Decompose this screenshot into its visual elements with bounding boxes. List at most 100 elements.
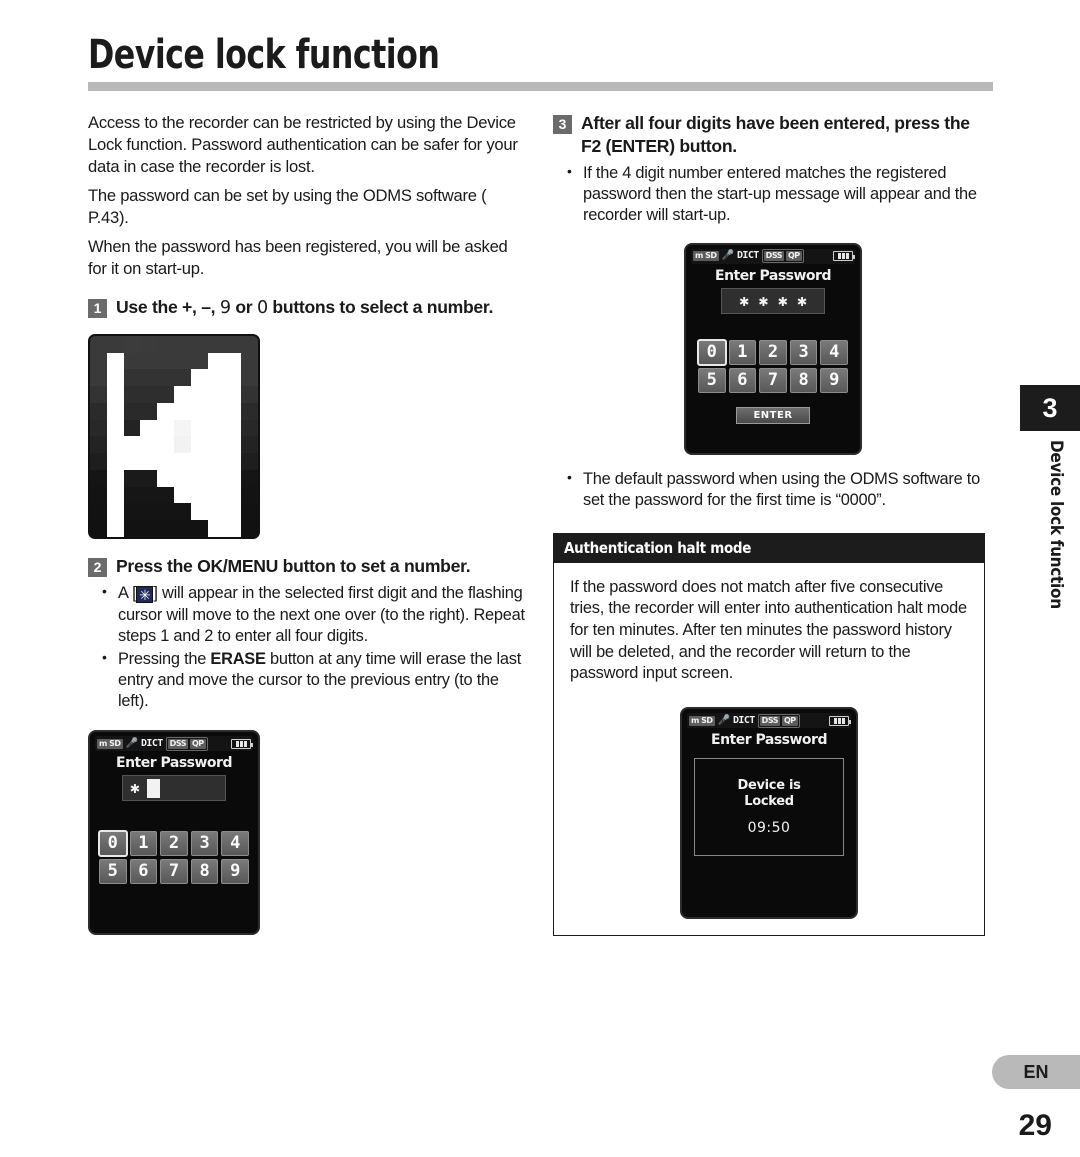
lcd-screen-password-entry: m SD 🎤 DICT DSS QP Enter Password ✱ 0 1 … (88, 730, 260, 936)
key-2[interactable]: 2 (759, 339, 787, 365)
keypad[interactable]: 0 1 2 3 4 5 6 7 8 9 (98, 830, 249, 885)
key-0[interactable]: 0 (98, 830, 128, 858)
key-6[interactable]: 6 (728, 367, 757, 393)
intro-paragraph-3: When the password has been registered, y… (88, 237, 508, 279)
password-field[interactable]: ✱ (122, 775, 226, 802)
lcd-title: Enter Password (116, 755, 232, 772)
step-1-text: Use the +, –, 9 or 0 buttons to select a… (116, 296, 493, 320)
step-2: 2 Press the OK/MENU button to set a numb… (88, 555, 528, 578)
intro-paragraph-1: Access to the recorder can be restricted… (88, 113, 518, 177)
asterisk-icon: ✳ (136, 586, 154, 604)
step-1-part-b: or (230, 297, 257, 318)
locked-message-line-2: Locked (744, 794, 794, 810)
key-2[interactable]: 2 (160, 831, 188, 857)
note-box: Authentication halt mode If the password… (553, 532, 985, 937)
chapter-vertical-label: Device lock function (1046, 440, 1066, 609)
keypad[interactable]: 0 1 2 3 4 5 6 7 8 9 (697, 338, 848, 393)
right-column: 3 After all four digits have been entere… (553, 112, 993, 937)
key-9[interactable]: 9 (820, 367, 848, 393)
key-5[interactable]: 5 (99, 859, 127, 885)
step-1: 1 Use the +, –, 9 or 0 buttons to select… (88, 296, 528, 320)
password-masked-value: ✱ ✱ ✱ ✱ (739, 290, 807, 310)
quality-label: QP (785, 251, 802, 261)
locked-message-line-1: Device is (737, 778, 801, 794)
left-column: Access to the recorder can be restricted… (88, 112, 528, 936)
default-password-bullets: The default password when using the ODMS… (553, 467, 993, 511)
key-4[interactable]: 4 (820, 339, 848, 365)
step-3-badge: 3 (553, 115, 572, 134)
format-quality-group: DSS QP (757, 713, 800, 728)
key-4[interactable]: 4 (221, 831, 249, 857)
key-3[interactable]: 3 (190, 831, 219, 857)
step-2-text: Press the OK/MENU button to set a number… (116, 555, 471, 576)
battery-icon (833, 251, 855, 261)
chapter-tab: 3 (1020, 385, 1080, 431)
bullet-pre: A [ (118, 584, 137, 603)
text-cursor (146, 778, 160, 798)
step-3-bullets: If the 4 digit number entered matches th… (553, 162, 993, 226)
mic-icon: 🎤 (125, 737, 138, 749)
format-label: DSS (763, 251, 784, 261)
page-title: Device lock function (88, 32, 440, 78)
device-locked-dialog: Device is Locked 09:50 (694, 758, 844, 857)
mode-label: DICT (140, 737, 163, 749)
key-1[interactable]: 1 (129, 831, 158, 857)
mode-label: DICT (732, 714, 755, 726)
lcd-title: Enter Password (711, 732, 827, 749)
button-symbol-0-icon: 0 (256, 298, 268, 319)
key-1[interactable]: 1 (728, 339, 757, 365)
lcd-entry-wrapper: m SD 🎤 DICT DSS QP Enter Password ✱ 0 1 … (88, 730, 528, 936)
key-9[interactable]: 9 (221, 859, 249, 885)
step-1-badge: 1 (88, 299, 107, 319)
lcd-status-bar: m SD 🎤 DICT DSS QP (95, 736, 253, 752)
key-3[interactable]: 3 (789, 339, 818, 365)
password-field[interactable]: ✱ ✱ ✱ ✱ (721, 287, 825, 314)
key-5[interactable]: 5 (698, 367, 726, 393)
lockout-timer: 09:50 (747, 820, 791, 837)
button-symbol-9-icon: 9 (219, 298, 231, 319)
mic-icon: 🎤 (717, 714, 730, 726)
step-2-bullets: A [✳] will appear in the selected first … (88, 582, 528, 712)
note-box-text: If the password does not match after fiv… (570, 577, 967, 683)
password-masked-value: ✱ (130, 778, 140, 798)
list-item: If the 4 digit number entered matches th… (567, 162, 993, 226)
mode-label: DICT (736, 250, 759, 261)
enter-button[interactable]: ENTER (736, 406, 810, 424)
key-8[interactable]: 8 (190, 859, 219, 885)
list-item: A [✳] will appear in the selected first … (102, 582, 528, 646)
memory-card-icon: m SD (97, 738, 123, 749)
quality-label: QP (189, 738, 206, 749)
language-tab: EN (992, 1055, 1080, 1089)
page-number: 29 (1018, 1109, 1052, 1142)
bullet-post: ] will appear in the selected first digi… (118, 584, 525, 645)
key-8[interactable]: 8 (789, 367, 818, 393)
step-2-badge: 2 (88, 557, 107, 577)
key-7[interactable]: 7 (160, 859, 188, 885)
step-1-part-a: Use the +, –, (116, 297, 220, 318)
redacted-device-image (88, 333, 260, 539)
page-header: Device lock function (88, 34, 993, 91)
mic-icon: 🎤 (721, 250, 734, 261)
lcd-locked-wrapper: m SD 🎤 DICT DSS QP Enter Password Device… (570, 707, 968, 920)
key-7[interactable]: 7 (759, 367, 787, 393)
format-label: DSS (759, 715, 780, 726)
lcd-title: Enter Password (715, 267, 831, 284)
battery-icon (829, 715, 851, 726)
lcd-screen-password-complete: m SD 🎤 DICT DSS QP Enter Password ✱ ✱ ✱ … (684, 242, 862, 455)
format-quality-group: DSS QP (165, 736, 208, 751)
lcd-screen-device-locked: m SD 🎤 DICT DSS QP Enter Password Device… (680, 707, 858, 920)
list-item: The default password when using the ODMS… (567, 467, 993, 511)
intro-paragraph-2: The password can be set by using the ODM… (88, 186, 490, 228)
lcd-status-bar: m SD 🎤 DICT DSS QP (687, 713, 851, 729)
bullet-pre: Pressing the (118, 649, 211, 668)
key-6[interactable]: 6 (129, 859, 158, 885)
key-0[interactable]: 0 (697, 338, 727, 366)
lcd-filled-wrapper: m SD 🎤 DICT DSS QP Enter Password ✱ ✱ ✱ … (553, 242, 993, 455)
format-quality-group: DSS QP (761, 249, 804, 263)
battery-icon (231, 738, 253, 749)
list-item: Pressing the ERASE button at any time wi… (102, 648, 528, 712)
step-1-part-c: buttons to select a number. (267, 297, 494, 318)
step-3-text: After all four digits have been entered,… (581, 113, 970, 156)
memory-card-icon: m SD (689, 715, 715, 726)
note-box-body: If the password does not match after fiv… (553, 562, 985, 937)
